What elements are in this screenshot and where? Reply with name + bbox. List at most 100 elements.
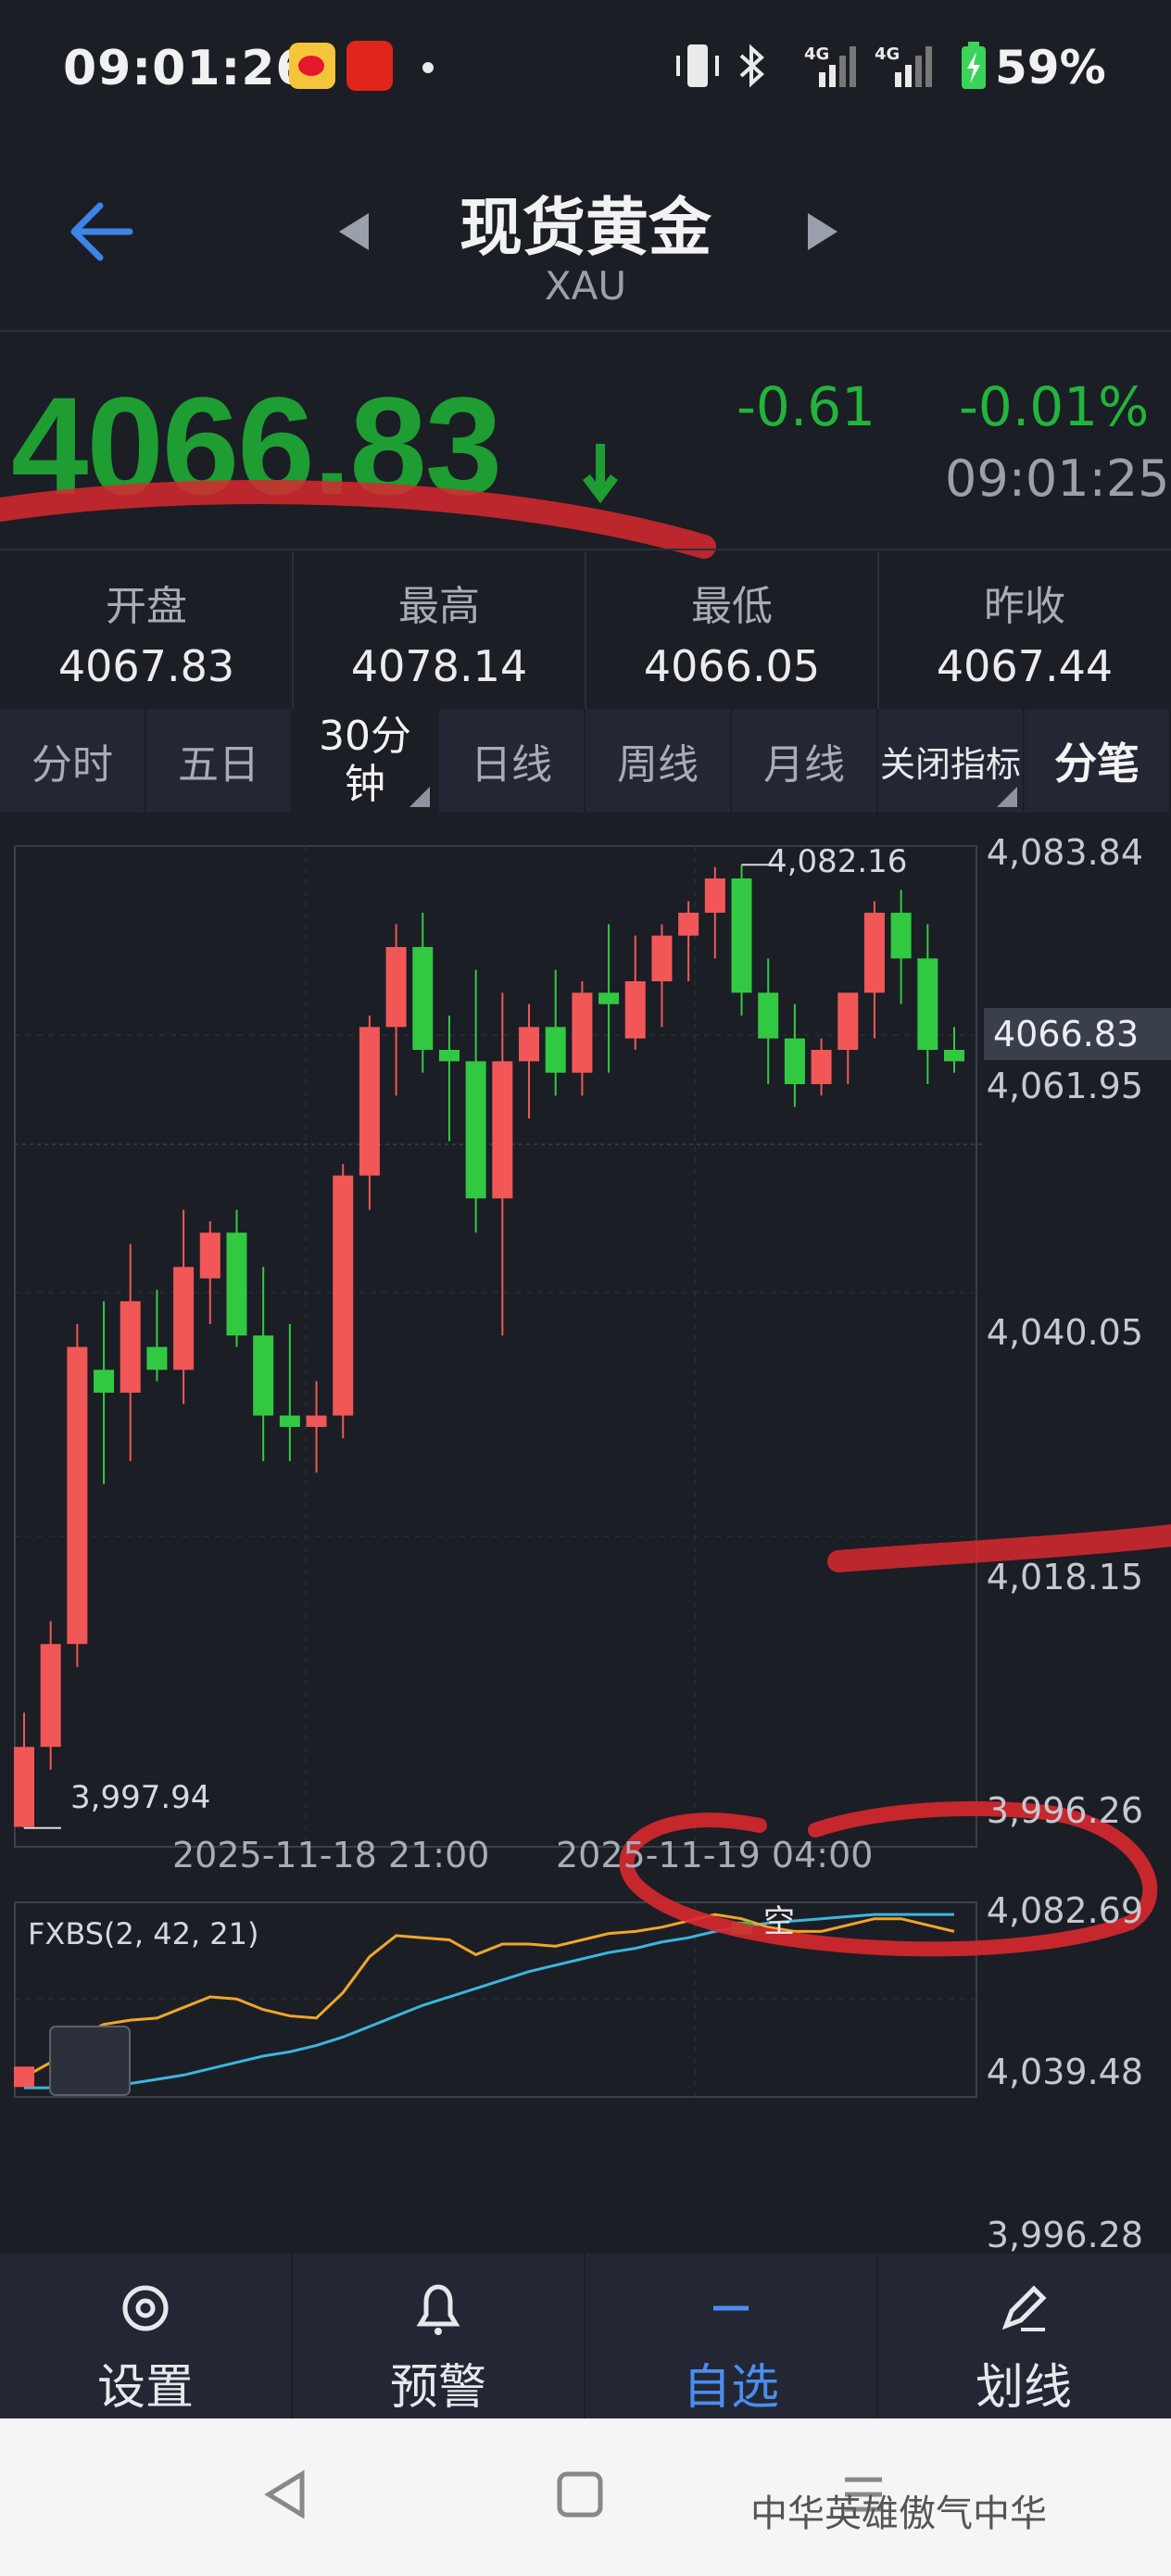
candle-body xyxy=(678,913,699,936)
indicator-y-tick-label: 4,039.48 xyxy=(986,2052,1143,2092)
indicator-y-tick-label: 4,082.69 xyxy=(986,1890,1143,1931)
back-icon[interactable] xyxy=(259,2467,315,2522)
tab-ticks[interactable]: 分笔 xyxy=(1025,709,1171,813)
next-instrument-icon[interactable] xyxy=(802,209,843,254)
price-change: -0.61 xyxy=(737,375,876,438)
bluetooth-icon xyxy=(739,44,764,88)
candle-body xyxy=(944,1049,964,1062)
candle-body xyxy=(492,1061,513,1199)
signal-4g-icon: 4G xyxy=(804,44,856,87)
candle-body xyxy=(253,1335,274,1416)
tab-monthly[interactable]: 月线 xyxy=(732,709,878,813)
stat-open: 开盘 4067.83 xyxy=(57,583,235,691)
gear-icon xyxy=(122,2285,169,2331)
indicator-name: FXBS(2, 42, 21) xyxy=(28,1916,259,1951)
tab-intraday[interactable]: 分时 xyxy=(0,709,146,813)
candle-body xyxy=(758,992,779,1039)
system-nav-bar: 中华英雄傲气中华 xyxy=(0,2418,1171,2576)
candle-body xyxy=(306,1415,327,1427)
candle-body xyxy=(704,878,725,914)
candle-body xyxy=(572,992,593,1073)
current-price-tag: 4066.83 xyxy=(984,1008,1171,1060)
candle-body xyxy=(598,992,620,1004)
candle-body xyxy=(917,958,938,1050)
candle-body xyxy=(279,1415,300,1427)
y-tick-label: 4,083.84 xyxy=(986,832,1143,873)
instrument-code: XAU xyxy=(544,263,627,309)
candle-body xyxy=(438,1049,460,1062)
candle-body xyxy=(120,1301,141,1393)
candle-body xyxy=(359,1027,380,1176)
y-tick-label: 4,061.95 xyxy=(986,1066,1143,1106)
candle-body xyxy=(890,913,912,959)
tab-close-indicator[interactable]: 关闭指标 xyxy=(878,709,1025,813)
candle-body xyxy=(519,1027,540,1062)
candle-body xyxy=(465,1061,486,1199)
signal-4g-icon: 4G xyxy=(875,44,932,87)
home-icon[interactable] xyxy=(556,2470,604,2519)
low-marker-label: 3,997.94 xyxy=(70,1779,211,1816)
candle-body xyxy=(837,992,859,1050)
settings-button[interactable]: 设置 xyxy=(0,2254,291,2418)
candle-body xyxy=(40,1644,61,1748)
draw-line-button[interactable]: 划线 xyxy=(878,2254,1169,2418)
candle-body xyxy=(199,1232,220,1279)
quote-time: 09:01:25 xyxy=(945,449,1170,508)
buy-signal-marker xyxy=(14,2066,34,2088)
signal-label: 空 xyxy=(763,1903,795,1940)
candle-body xyxy=(146,1346,168,1370)
candle-body xyxy=(67,1346,88,1645)
tab-daily[interactable]: 日线 xyxy=(439,709,586,813)
candle-body xyxy=(731,878,752,993)
candle-body xyxy=(226,1232,247,1336)
candle-body xyxy=(811,1049,832,1084)
watchlist-button[interactable]: 自选 xyxy=(586,2254,876,2418)
price-change-percent: -0.01% xyxy=(959,375,1150,438)
y-tick-label: 4,018.15 xyxy=(986,1557,1143,1597)
bell-icon xyxy=(416,2284,460,2335)
vibrate-icon xyxy=(676,44,719,87)
indicator-y-tick-label: 3,996.28 xyxy=(986,2215,1143,2255)
period-tabs: 分时 五日 30分钟 日线 周线 月线 关闭指标 分笔 xyxy=(0,709,1171,813)
battery-charging-icon xyxy=(962,42,986,89)
status-bar: 09:01:26 4G 4G 59% xyxy=(0,0,1171,139)
main-pane-frame xyxy=(14,845,977,1848)
status-time: 09:01:26 xyxy=(63,41,310,96)
candle-body xyxy=(545,1027,566,1073)
candle-body xyxy=(94,1370,115,1393)
y-tick-label: 3,996.26 xyxy=(986,1790,1143,1831)
candle-body xyxy=(624,981,646,1039)
candle-body xyxy=(784,1038,805,1084)
instrument-title: 现货黄金 xyxy=(459,192,711,265)
svg-text:4G: 4G xyxy=(804,44,829,64)
stat-high: 最高 4078.14 xyxy=(350,583,528,691)
x-tick-label: 2025-11-18 21:00 xyxy=(172,1835,490,1875)
watermark-text: 中华英雄傲气中华 xyxy=(750,2493,1047,2535)
battery-percent: 59% xyxy=(995,41,1106,95)
red-scribble-annotation xyxy=(0,479,716,559)
tab-five-day[interactable]: 五日 xyxy=(146,709,293,813)
candle-body xyxy=(385,947,407,1028)
bottom-toolbar: 设置 预警 自选 划线 xyxy=(0,2254,1171,2418)
candle-body xyxy=(651,935,673,982)
alert-button[interactable]: 预警 xyxy=(293,2254,584,2418)
tab-weekly[interactable]: 周线 xyxy=(586,709,732,813)
stat-prev-close: 昨收 4067.44 xyxy=(936,583,1114,691)
weibo-icon xyxy=(289,43,335,89)
candle-body xyxy=(333,1175,354,1416)
dot-icon xyxy=(422,62,434,73)
high-marker-label: 4,082.16 xyxy=(767,843,908,880)
candle-body xyxy=(412,947,434,1050)
pen-icon xyxy=(1001,2285,1047,2331)
stat-low: 最低 4066.05 xyxy=(643,583,821,691)
candle-body xyxy=(173,1267,195,1370)
tab-30min[interactable]: 30分钟 xyxy=(293,709,439,813)
x-tick-label: 2025-11-19 04:00 xyxy=(556,1835,874,1875)
fullscreen-toggle-icon xyxy=(49,2026,131,2096)
jd-app-icon xyxy=(346,41,393,91)
candle-body xyxy=(14,1747,34,1827)
candle-body xyxy=(863,913,885,993)
svg-text:4G: 4G xyxy=(875,44,900,64)
y-tick-label: 4,040.05 xyxy=(986,1312,1143,1353)
minus-icon xyxy=(713,2305,749,2311)
